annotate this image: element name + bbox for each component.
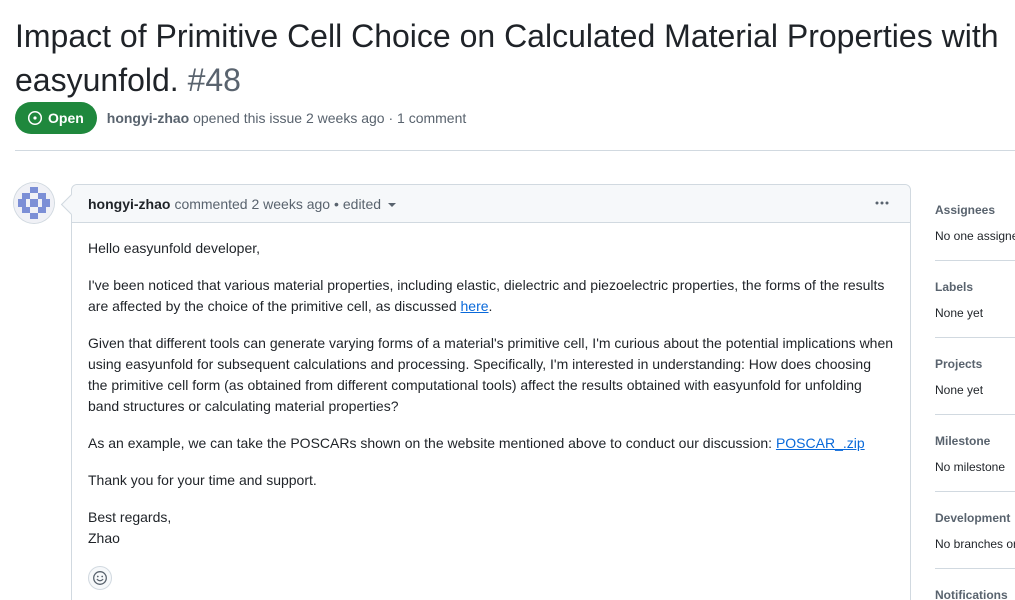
sidebar-assignees[interactable]: Assignees No one assigned xyxy=(935,201,1015,279)
sidebar-heading-assignees: Assignees xyxy=(935,203,996,217)
issue-state-badge: Open xyxy=(15,102,97,134)
sidebar-heading-labels: Labels xyxy=(935,280,974,294)
issue-meta: Open hongyi-zhao opened this issue 2 wee… xyxy=(15,102,466,134)
comment-author-link[interactable]: hongyi-zhao xyxy=(88,196,170,212)
sidebar-heading-milestone: Milestone xyxy=(935,434,991,448)
edited-label: edited xyxy=(342,195,382,212)
edited-history-dropdown[interactable]: edited xyxy=(342,195,397,212)
comment-header: hongyi-zhao commented 2 weeks ago • edit… xyxy=(72,185,910,223)
sidebar-development[interactable]: Development No branches or pull requests xyxy=(935,509,1015,587)
issue-opened-text: opened this issue 2 weeks ago · 1 commen… xyxy=(193,110,467,126)
comment-greeting: Hello easyunfold developer, xyxy=(88,240,261,256)
comment-paragraph-3: As an example, we can take the POSCARs s… xyxy=(88,433,894,454)
sidebar-divider xyxy=(935,568,1015,569)
sidebar-divider xyxy=(935,414,1015,415)
issue-author-link[interactable]: hongyi-zhao xyxy=(107,110,189,126)
comment-body: Hello easyunfold developer, I've been no… xyxy=(72,223,910,549)
sidebar-heading-notifications: Notifications xyxy=(935,588,1008,600)
here-link[interactable]: here xyxy=(461,298,489,314)
sidebar-heading-development: Development xyxy=(935,511,1011,525)
sidebar-projects[interactable]: Projects None yet xyxy=(935,355,1015,433)
sidebar-value-development: No branches or pull requests xyxy=(935,537,1015,551)
paragraph-1-end: . xyxy=(488,298,493,314)
poscar-zip-link[interactable]: POSCAR_.zip xyxy=(776,435,865,451)
comment-timestamp[interactable]: commented 2 weeks ago • xyxy=(174,196,338,212)
sidebar-notifications[interactable]: Notifications xyxy=(935,586,1015,600)
kebab-horizontal-icon xyxy=(875,201,889,205)
sidebar-divider xyxy=(935,491,1015,492)
comment-paragraph-1: I've been noticed that various material … xyxy=(88,275,894,317)
sidebar-divider xyxy=(935,260,1015,261)
issue-opened-icon xyxy=(27,110,43,126)
sidebar-heading-projects: Projects xyxy=(935,357,983,371)
sidebar-value-milestone: No milestone xyxy=(935,460,1006,474)
comment-paragraph-2: Given that different tools can generate … xyxy=(88,335,894,414)
issue-title: Impact of Primitive Cell Choice on Calcu… xyxy=(15,14,1005,102)
issue-number: #48 xyxy=(187,62,241,98)
sidebar-value-projects: None yet xyxy=(935,383,984,397)
comment-signoff: Best regards, Zhao xyxy=(88,507,894,549)
paragraph-3-text: As an example, we can take the POSCARs s… xyxy=(88,435,776,451)
sidebar-value-assignees: No one assigned xyxy=(935,229,1015,243)
comment-signature: Zhao xyxy=(88,530,120,546)
comment-box: hongyi-zhao commented 2 weeks ago • edit… xyxy=(71,184,911,600)
triangle-down-icon xyxy=(388,203,397,207)
sidebar-milestone[interactable]: Milestone No milestone xyxy=(935,432,1015,510)
header-divider xyxy=(15,150,1015,151)
sidebar-labels[interactable]: Labels None yet xyxy=(935,278,1015,356)
comment-closing: Best regards, xyxy=(88,509,172,525)
comment-paragraph-4: Thank you for your time and support. xyxy=(88,472,317,488)
sidebar-divider xyxy=(935,337,1015,338)
issue-meta-text: hongyi-zhao opened this issue 2 weeks ag… xyxy=(107,110,466,126)
identicon-avatar-icon xyxy=(14,183,54,223)
issue-state-label: Open xyxy=(48,110,84,126)
issue-page: Impact of Primitive Cell Choice on Calcu… xyxy=(0,0,1015,600)
avatar[interactable] xyxy=(14,183,54,223)
sidebar-value-labels: None yet xyxy=(935,306,984,320)
issue-title-text: Impact of Primitive Cell Choice on Calcu… xyxy=(15,18,999,98)
add-reaction-button[interactable] xyxy=(88,566,112,590)
comment-options-button[interactable] xyxy=(872,193,892,213)
smiley-icon xyxy=(93,571,107,585)
